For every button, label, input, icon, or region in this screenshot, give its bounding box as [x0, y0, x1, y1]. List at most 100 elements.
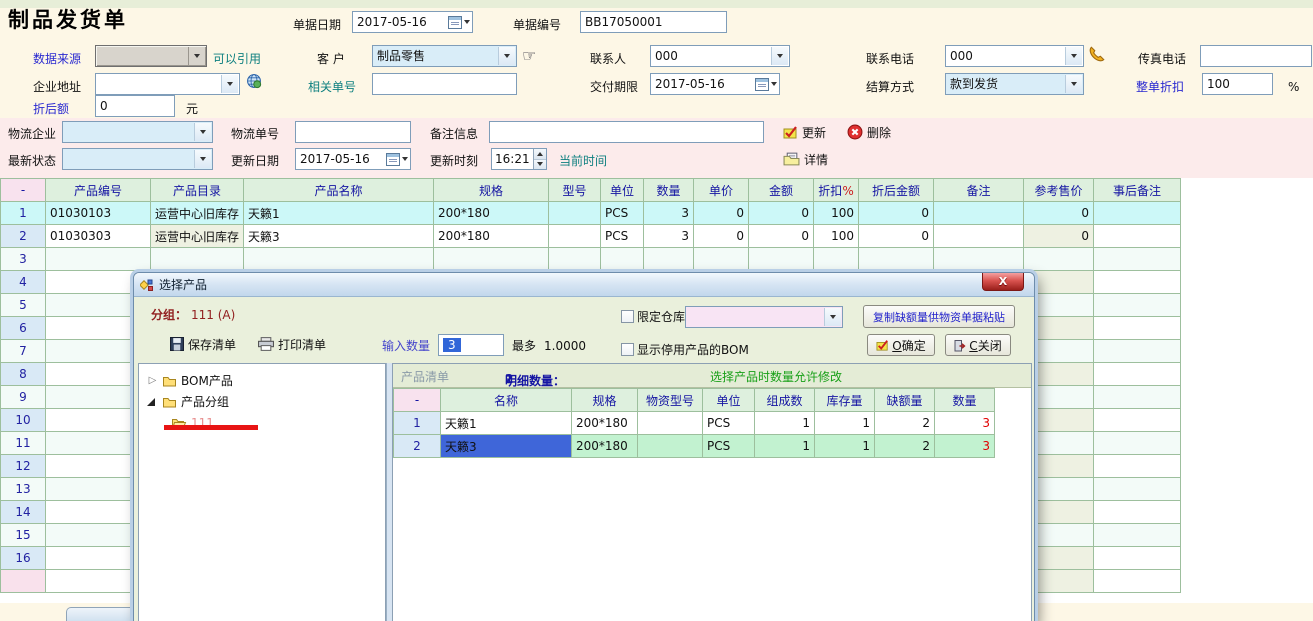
settlement-select[interactable]: 款到发货: [945, 73, 1084, 95]
dialog-cell[interactable]: PCS: [703, 412, 755, 435]
main-cell[interactable]: [1094, 547, 1181, 570]
spinner-up-icon[interactable]: [537, 152, 543, 156]
col-header[interactable]: 产品编号: [46, 179, 151, 202]
main-cell[interactable]: 200*180: [434, 225, 549, 248]
main-cell[interactable]: PCS: [601, 225, 644, 248]
row-number[interactable]: 10: [1, 409, 46, 432]
can-reference-link[interactable]: 可以引用: [213, 49, 261, 69]
print-list-button[interactable]: 打印清单: [258, 335, 326, 353]
detail-button[interactable]: 详情: [783, 150, 828, 168]
dialog-cell[interactable]: 2: [875, 412, 935, 435]
related-no-input[interactable]: [372, 73, 517, 95]
dialog-cell[interactable]: 2: [875, 435, 935, 458]
col-header[interactable]: 组成数: [755, 389, 815, 412]
tree-item-groups[interactable]: 产品分组: [139, 391, 385, 412]
dialog-cell[interactable]: 1: [755, 435, 815, 458]
col-header[interactable]: 事后备注: [1094, 179, 1181, 202]
main-cell[interactable]: 天籁3: [244, 225, 434, 248]
update-date-input[interactable]: 2017-05-16: [295, 148, 411, 170]
main-cell[interactable]: 3: [644, 225, 694, 248]
main-cell[interactable]: [1094, 294, 1181, 317]
col-header[interactable]: 单位: [601, 179, 644, 202]
main-cell[interactable]: [244, 248, 434, 271]
main-cell[interactable]: [1094, 202, 1181, 225]
row-number[interactable]: 2: [1, 225, 46, 248]
chevron-down-icon[interactable]: [188, 47, 205, 65]
dialog-cell[interactable]: 200*180: [572, 435, 638, 458]
fax-input[interactable]: [1200, 45, 1312, 67]
main-cell[interactable]: 0: [1024, 202, 1094, 225]
main-cell[interactable]: 运营中心旧库存: [151, 225, 244, 248]
update-time-input[interactable]: 16:21: [491, 148, 547, 170]
main-cell[interactable]: 天籁1: [244, 202, 434, 225]
col-header[interactable]: 缺额量: [875, 389, 935, 412]
main-cell[interactable]: 3: [644, 202, 694, 225]
chevron-down-icon[interactable]: [221, 75, 238, 93]
row-number[interactable]: 7: [1, 340, 46, 363]
dialog-cell[interactable]: 1: [815, 435, 875, 458]
dialog-cell[interactable]: 3: [935, 435, 995, 458]
qty-input[interactable]: 3: [438, 334, 504, 356]
warehouse-select[interactable]: [685, 306, 843, 328]
col-header[interactable]: 金额: [749, 179, 814, 202]
main-cell[interactable]: [1094, 455, 1181, 478]
main-cell[interactable]: 100: [814, 202, 859, 225]
row-number[interactable]: 6: [1, 317, 46, 340]
customer-select[interactable]: 制品零售: [372, 45, 517, 67]
main-cell[interactable]: [1094, 248, 1181, 271]
chevron-down-icon[interactable]: [1065, 75, 1082, 93]
col-header[interactable]: 数量: [935, 389, 995, 412]
col-header[interactable]: 名称: [441, 389, 572, 412]
dialog-cell[interactable]: 1: [815, 412, 875, 435]
col-header[interactable]: 型号: [549, 179, 601, 202]
time-spinner[interactable]: [533, 149, 546, 169]
chevron-down-icon[interactable]: [1065, 47, 1082, 65]
main-cell[interactable]: [934, 225, 1024, 248]
globe-icon[interactable]: [246, 73, 262, 89]
main-cell[interactable]: [1094, 432, 1181, 455]
col-header[interactable]: 备注: [934, 179, 1024, 202]
main-cell[interactable]: [644, 248, 694, 271]
main-cell[interactable]: [1094, 317, 1181, 340]
dialog-cell[interactable]: 3: [935, 412, 995, 435]
row-number[interactable]: 13: [1, 478, 46, 501]
remark-input[interactable]: [489, 121, 764, 143]
delete-button[interactable]: 删除: [847, 123, 891, 141]
main-cell[interactable]: 100: [814, 225, 859, 248]
data-source-select[interactable]: [95, 45, 207, 67]
main-cell[interactable]: 0: [694, 202, 749, 225]
main-cell[interactable]: [1094, 363, 1181, 386]
row-number[interactable]: 8: [1, 363, 46, 386]
dialog-cell[interactable]: 天籁1: [441, 412, 572, 435]
main-cell[interactable]: 01030303: [46, 225, 151, 248]
chevron-down-icon[interactable]: [402, 157, 408, 161]
dialog-cell[interactable]: 1: [755, 412, 815, 435]
row-number[interactable]: 11: [1, 432, 46, 455]
row-number[interactable]: 5: [1, 294, 46, 317]
main-cell[interactable]: [749, 248, 814, 271]
save-list-button[interactable]: 保存清单: [170, 335, 236, 353]
chevron-down-icon[interactable]: [824, 308, 841, 326]
after-discount-input[interactable]: 0: [95, 95, 175, 117]
main-cell[interactable]: [549, 225, 601, 248]
dialog-cell[interactable]: 200*180: [572, 412, 638, 435]
col-header[interactable]: 库存量: [815, 389, 875, 412]
main-cell[interactable]: [934, 248, 1024, 271]
chevron-down-icon[interactable]: [771, 47, 788, 65]
dialog-close-button[interactable]: X: [982, 273, 1024, 291]
show-bom-checkbox[interactable]: [621, 343, 634, 356]
row-number[interactable]: 15: [1, 524, 46, 547]
col-header[interactable]: 产品目录: [151, 179, 244, 202]
logistics-select[interactable]: [62, 121, 213, 143]
row-number[interactable]: 14: [1, 501, 46, 524]
status-select[interactable]: [62, 148, 213, 170]
col-header[interactable]: 折后金额: [859, 179, 934, 202]
main-cell[interactable]: [1094, 271, 1181, 294]
main-cell[interactable]: [1094, 570, 1181, 593]
chevron-down-icon[interactable]: [771, 82, 777, 86]
main-cell[interactable]: [46, 248, 151, 271]
row-number[interactable]: 3: [1, 248, 46, 271]
main-cell[interactable]: [549, 202, 601, 225]
doc-date-input[interactable]: 2017-05-16: [352, 11, 473, 33]
pointing-hand-icon[interactable]: ☞: [522, 47, 536, 65]
